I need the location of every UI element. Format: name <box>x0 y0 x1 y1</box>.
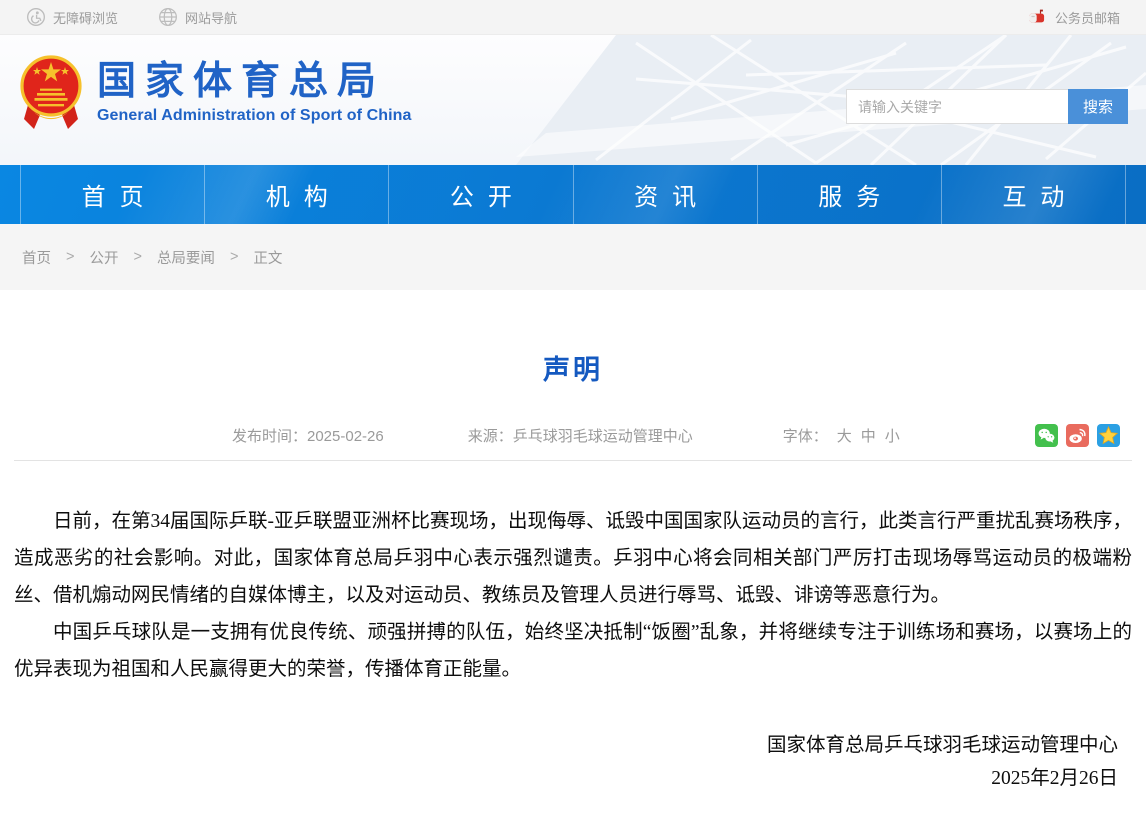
breadcrumb-separator: > <box>133 249 141 265</box>
font-size-small[interactable]: 小 <box>885 425 900 446</box>
font-size-control: 字体： 大 中 小 <box>783 425 900 446</box>
signature-date: 2025年2月26日 <box>0 769 1118 789</box>
site-title: 国家体育总局 <box>97 60 412 104</box>
nav-item-home[interactable]: 首页 <box>20 165 204 224</box>
accessibility-link[interactable]: 无障碍浏览 <box>26 7 118 27</box>
font-size-large[interactable]: 大 <box>837 425 852 446</box>
article-meta-row: 发布时间：2025-02-26 来源：乒乓球羽毛球运动管理中心 字体： 大 中 … <box>0 421 1146 449</box>
font-size-label: 字体： <box>783 425 828 446</box>
article-source: 来源：乒乓球羽毛球运动管理中心 <box>468 425 693 446</box>
breadcrumb-headlines[interactable]: 总局要闻 <box>157 247 215 268</box>
nav-item-organization[interactable]: 机构 <box>204 165 388 224</box>
article-signature: 国家体育总局乒乓球羽毛球运动管理中心 2025年2月26日 <box>0 736 1146 789</box>
search-button[interactable]: 搜索 <box>1068 89 1128 124</box>
nav-item-disclosure[interactable]: 公开 <box>388 165 572 224</box>
site-subtitle: General Administration of Sport of China <box>97 107 412 125</box>
breadcrumb: 首页 > 公开 > 总局要闻 > 正文 <box>0 224 1146 290</box>
article-paragraph: 中国乒乓球队是一支拥有优良传统、顽强拼搏的队伍，始终坚决抵制“饭圈”乱象，并将继… <box>14 614 1132 688</box>
site-title-block: 国家体育总局 General Administration of Sport o… <box>97 60 412 125</box>
article-paragraph: 日前，在第34届国际乒联-亚乒联盟亚洲杯比赛现场，出现侮辱、诋毁中国国家队运动员… <box>14 503 1132 614</box>
mailbox-icon <box>1027 7 1047 27</box>
nav-item-news[interactable]: 资讯 <box>573 165 757 224</box>
breadcrumb-separator: > <box>66 249 74 265</box>
share-buttons <box>1035 424 1120 447</box>
search-box: 搜索 <box>846 89 1128 124</box>
breadcrumb-current: 正文 <box>253 247 282 268</box>
accessibility-icon <box>26 7 46 27</box>
weibo-icon[interactable] <box>1066 424 1089 447</box>
national-emblem-icon <box>20 53 82 131</box>
nav-item-interaction[interactable]: 互动 <box>941 165 1126 224</box>
nav-item-services[interactable]: 服务 <box>757 165 941 224</box>
signature-organization: 国家体育总局乒乓球羽毛球运动管理中心 <box>0 736 1118 756</box>
article-title: 声明 <box>0 290 1146 387</box>
top-utility-bar: 无障碍浏览 网站导航 公务员邮箱 <box>0 0 1146 35</box>
qzone-icon[interactable] <box>1097 424 1120 447</box>
breadcrumb-disclosure[interactable]: 公开 <box>89 247 118 268</box>
mailbox-label: 公务员邮箱 <box>1055 8 1120 27</box>
breadcrumb-separator: > <box>230 249 238 265</box>
publish-date: 发布时间：2025-02-26 <box>232 425 384 446</box>
site-header: 国家体育总局 General Administration of Sport o… <box>0 35 1146 165</box>
accessibility-label: 无障碍浏览 <box>53 8 118 27</box>
site-navigation-link[interactable]: 网站导航 <box>158 7 237 27</box>
article-body: 日前，在第34届国际乒联-亚乒联盟亚洲杯比赛现场，出现侮辱、诋毁中国国家队运动员… <box>0 461 1146 688</box>
main-navigation: 首页 机构 公开 资讯 服务 互动 <box>0 165 1146 224</box>
search-input[interactable] <box>846 89 1068 124</box>
font-size-medium[interactable]: 中 <box>861 425 876 446</box>
site-navigation-label: 网站导航 <box>185 8 237 27</box>
article-container: 声明 发布时间：2025-02-26 来源：乒乓球羽毛球运动管理中心 字体： 大… <box>0 290 1146 789</box>
civil-servant-mailbox-link[interactable]: 公务员邮箱 <box>1027 7 1120 27</box>
globe-icon <box>158 7 178 27</box>
site-logo[interactable]: 国家体育总局 General Administration of Sport o… <box>20 53 412 131</box>
breadcrumb-home[interactable]: 首页 <box>22 247 51 268</box>
wechat-icon[interactable] <box>1035 424 1058 447</box>
